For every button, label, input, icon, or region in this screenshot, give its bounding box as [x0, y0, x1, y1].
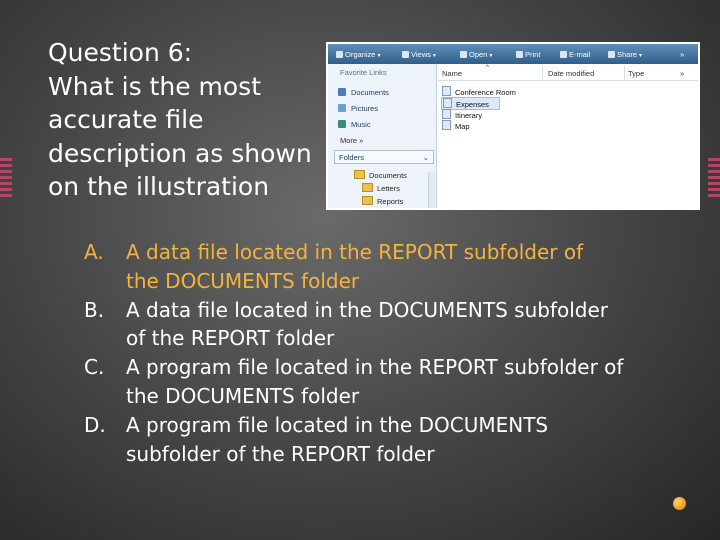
file-icon: [442, 86, 451, 96]
answer-line: the DOCUMENTS folder: [126, 383, 360, 408]
toolbar-open: Open ▾: [460, 50, 492, 59]
file-row: Itinerary: [442, 109, 482, 120]
file-row: Map: [442, 120, 470, 131]
share-icon: [608, 51, 615, 58]
toolbar-more-icon: »: [680, 50, 685, 59]
file-icon: [442, 109, 451, 119]
answer-line: the DOCUMENTS folder: [126, 268, 360, 293]
column-type: Type: [628, 69, 645, 78]
favorite-pictures: Pictures: [338, 104, 378, 113]
column-separator: [624, 66, 625, 80]
navigation-pane: Favorite Links Documents Pictures Music …: [328, 64, 437, 208]
columns-more-icon: »: [680, 69, 685, 78]
answer-line: A data file located in the REPORT subfol…: [126, 240, 584, 264]
answer-list: A. A data file located in the REPORT sub…: [84, 238, 684, 468]
organize-icon: [336, 51, 343, 58]
question-line: accurate file: [48, 105, 204, 134]
favorite-links-header: Favorite Links: [340, 68, 387, 77]
question-line: description as shown: [48, 138, 312, 168]
question-line: Question 6:: [48, 38, 193, 67]
left-edge-decoration: [0, 158, 12, 198]
column-separator: [542, 66, 543, 80]
folder-icon: [354, 170, 365, 179]
tree-item-reports: Reports: [362, 196, 403, 206]
answer-b: B. A data file located in the DOCUMENTS …: [84, 296, 684, 354]
pictures-icon: [338, 104, 346, 112]
favorite-music: Music: [338, 120, 371, 129]
toolbar-email: E-mail: [560, 50, 590, 59]
column-headers: Name ^ Date modified Type »: [438, 65, 698, 81]
slide: Question 6: What is the most accurate fi…: [0, 0, 720, 540]
answer-a: A. A data file located in the REPORT sub…: [84, 238, 684, 296]
answer-letter: C.: [84, 355, 105, 380]
question-line: on the illustration: [48, 172, 270, 201]
documents-icon: [338, 88, 346, 96]
chevron-down-icon: ⌄: [422, 153, 429, 162]
toolbar-print: Print: [516, 50, 540, 59]
question-line: What is the most: [48, 71, 262, 101]
print-icon: [516, 51, 523, 58]
more-link: More »: [340, 136, 364, 145]
open-icon: [460, 51, 467, 58]
answer-line: A program file located in the DOCUMENTS: [126, 412, 549, 437]
file-row: Conference Room: [442, 86, 516, 97]
answer-line: A data file located in the DOCUMENTS sub…: [126, 297, 608, 322]
toolbar-share: Share ▾: [608, 50, 642, 59]
right-edge-decoration: [708, 158, 720, 198]
folders-bar: Folders ⌄: [334, 150, 434, 164]
toolbar-organize: Organize ▾: [336, 50, 380, 59]
column-name: Name: [442, 69, 463, 78]
folder-icon: [362, 183, 373, 192]
music-icon: [338, 120, 346, 128]
answer-line: A program file located in the REPORT sub…: [126, 355, 624, 380]
file-icon: [442, 120, 451, 130]
answer-c: C. A program file located in the REPORT …: [84, 353, 684, 411]
tree-item-letters: Letters: [362, 183, 400, 193]
tree-item-documents: Documents: [354, 170, 407, 180]
views-icon: [402, 51, 409, 58]
folders-label: Folders: [339, 153, 365, 162]
folder-icon: [362, 196, 373, 205]
answer-d: D. A program file located in the DOCUMEN…: [84, 411, 684, 469]
answer-line: of the REPORT folder: [126, 326, 335, 351]
email-icon: [560, 51, 567, 58]
explorer-toolbar: Organize ▾ Views ▾ Open ▾ Print E-mail Shar…: [328, 44, 698, 64]
orange-dot-icon: [673, 497, 686, 510]
answer-letter: A.: [84, 240, 104, 264]
question-text: Question 6: What is the most accurate fi…: [48, 36, 318, 204]
explorer-screenshot: Organize ▾ Views ▾ Open ▾ Print E-mail Shar…: [326, 42, 700, 210]
column-date-modified: Date modified: [548, 69, 595, 78]
sort-arrow-icon: ^: [486, 65, 489, 71]
answer-line: subfolder of the REPORT folder: [126, 441, 435, 466]
favorite-documents: Documents: [338, 88, 389, 97]
toolbar-views: Views ▾: [402, 50, 436, 59]
answer-letter: D.: [84, 412, 106, 437]
tree-scrollbar: [428, 172, 435, 208]
answer-letter: B.: [84, 297, 105, 322]
file-icon: [443, 98, 452, 108]
file-list: Name ^ Date modified Type » Conference R…: [438, 64, 698, 208]
